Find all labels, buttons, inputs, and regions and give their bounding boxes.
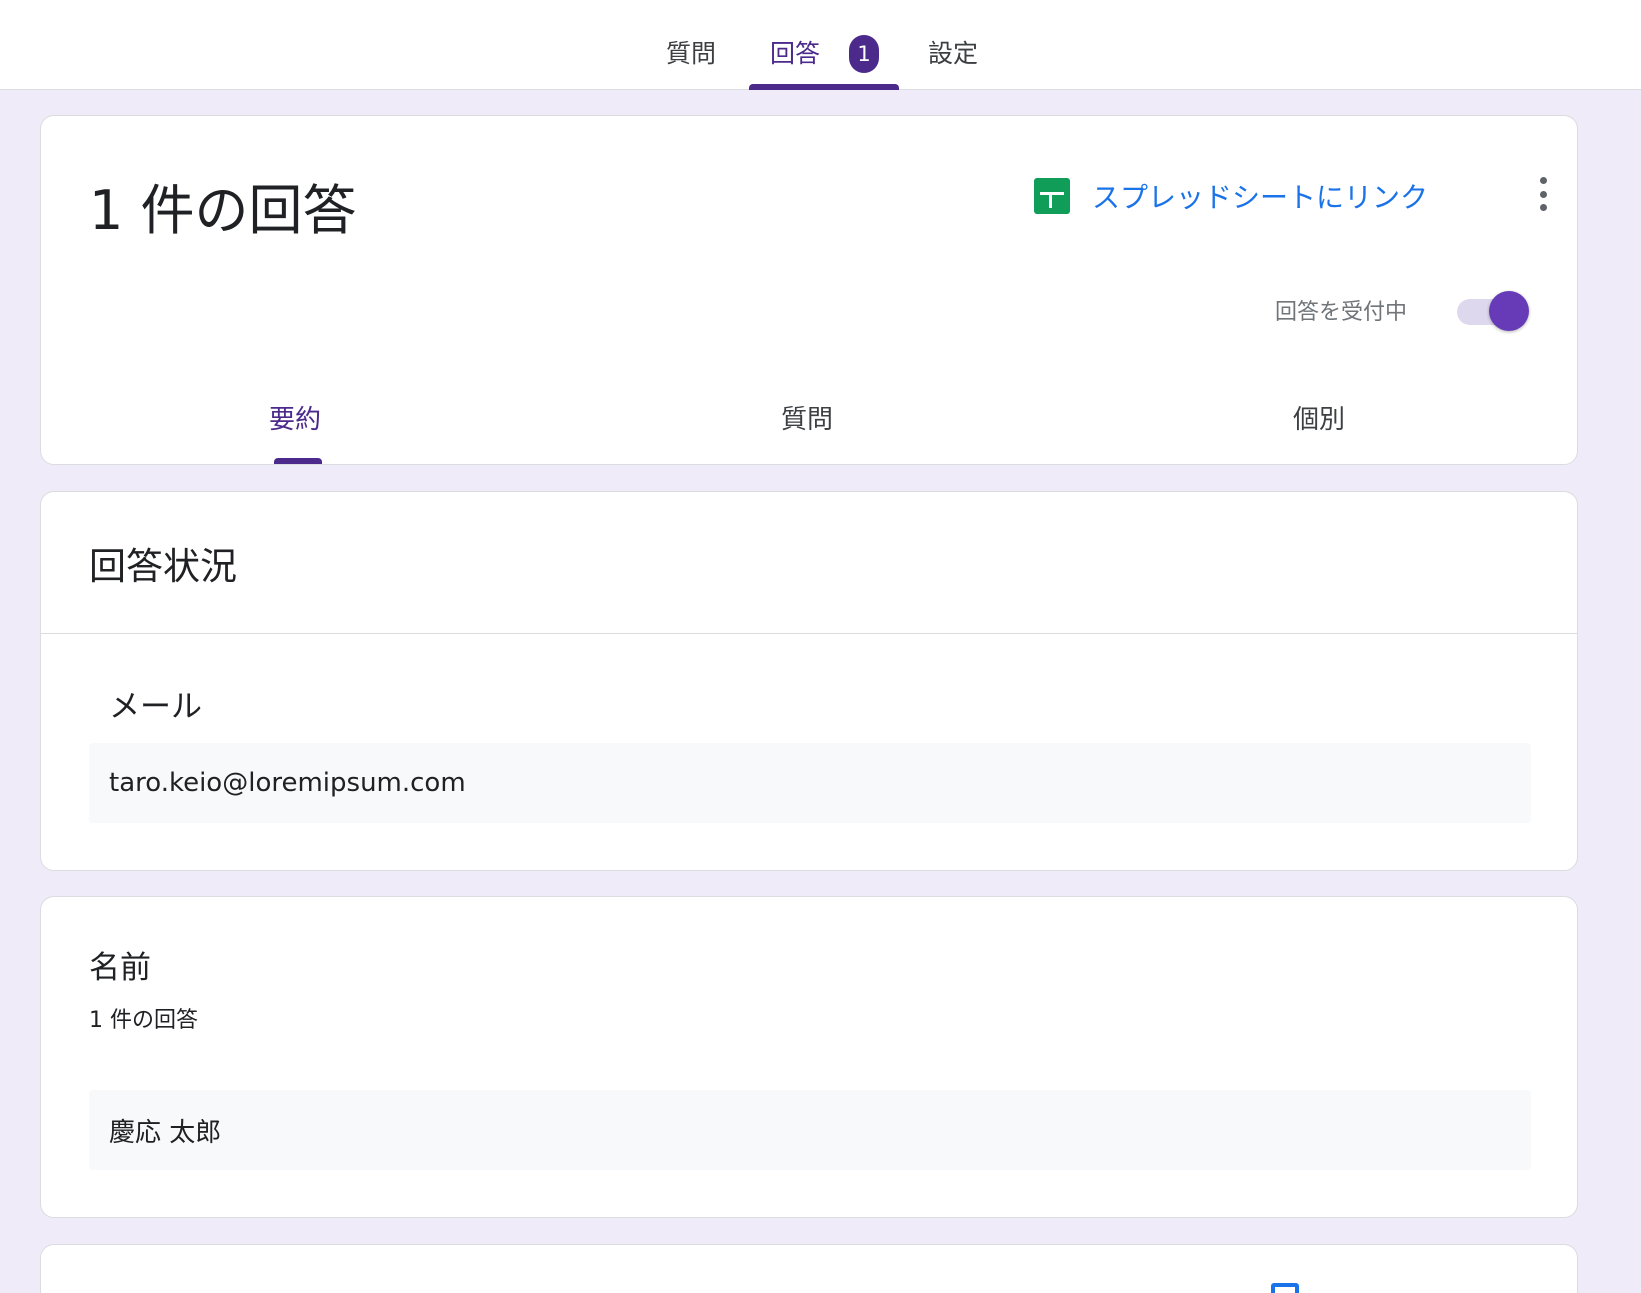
email-question-label: メール (109, 689, 202, 725)
subtab-summary[interactable]: 要約 (269, 399, 321, 436)
next-question-card (40, 1244, 1578, 1293)
copy-chart-icon[interactable] (1271, 1283, 1299, 1293)
name-question-title: 名前 (89, 950, 151, 986)
email-answer: taro.keio@loremipsum.com (89, 743, 1531, 823)
name-answer: 慶応 太郎 (89, 1090, 1531, 1170)
divider (41, 633, 1577, 634)
response-count-badge: 1 (849, 35, 879, 73)
subtab-individual[interactable]: 個別 (1293, 399, 1345, 436)
top-tab-bar: 質問 回答 1 設定 (0, 0, 1641, 90)
link-to-sheets-label: スプレッドシートにリンク (1092, 181, 1429, 214)
toggle-knob (1489, 291, 1529, 331)
subtab-question[interactable]: 質問 (781, 399, 833, 436)
name-response-count: 1 件の回答 (89, 1008, 198, 1033)
response-status-card: 回答状況 メール taro.keio@loremipsum.com (40, 491, 1578, 871)
responses-header-card: 1 件の回答 スプレッドシートにリンク 回答を受付中 要約 質問 個別 (40, 115, 1578, 465)
active-subtab-indicator (274, 458, 322, 464)
link-to-sheets-button[interactable]: スプレッドシートにリンク (1034, 176, 1428, 216)
response-count-title: 1 件の回答 (89, 179, 357, 242)
tab-responses[interactable]: 回答 (770, 34, 820, 70)
sheets-icon (1034, 178, 1070, 214)
tab-questions[interactable]: 質問 (666, 34, 716, 70)
tab-settings[interactable]: 設定 (928, 34, 978, 70)
name-question-card: 名前 1 件の回答 慶応 太郎 (40, 896, 1578, 1218)
accepting-responses-label: 回答を受付中 (1275, 300, 1408, 325)
accepting-responses-toggle[interactable] (1455, 291, 1531, 333)
status-section-title: 回答状況 (89, 545, 237, 588)
more-options-icon[interactable] (1529, 171, 1557, 217)
active-tab-indicator (749, 84, 899, 90)
